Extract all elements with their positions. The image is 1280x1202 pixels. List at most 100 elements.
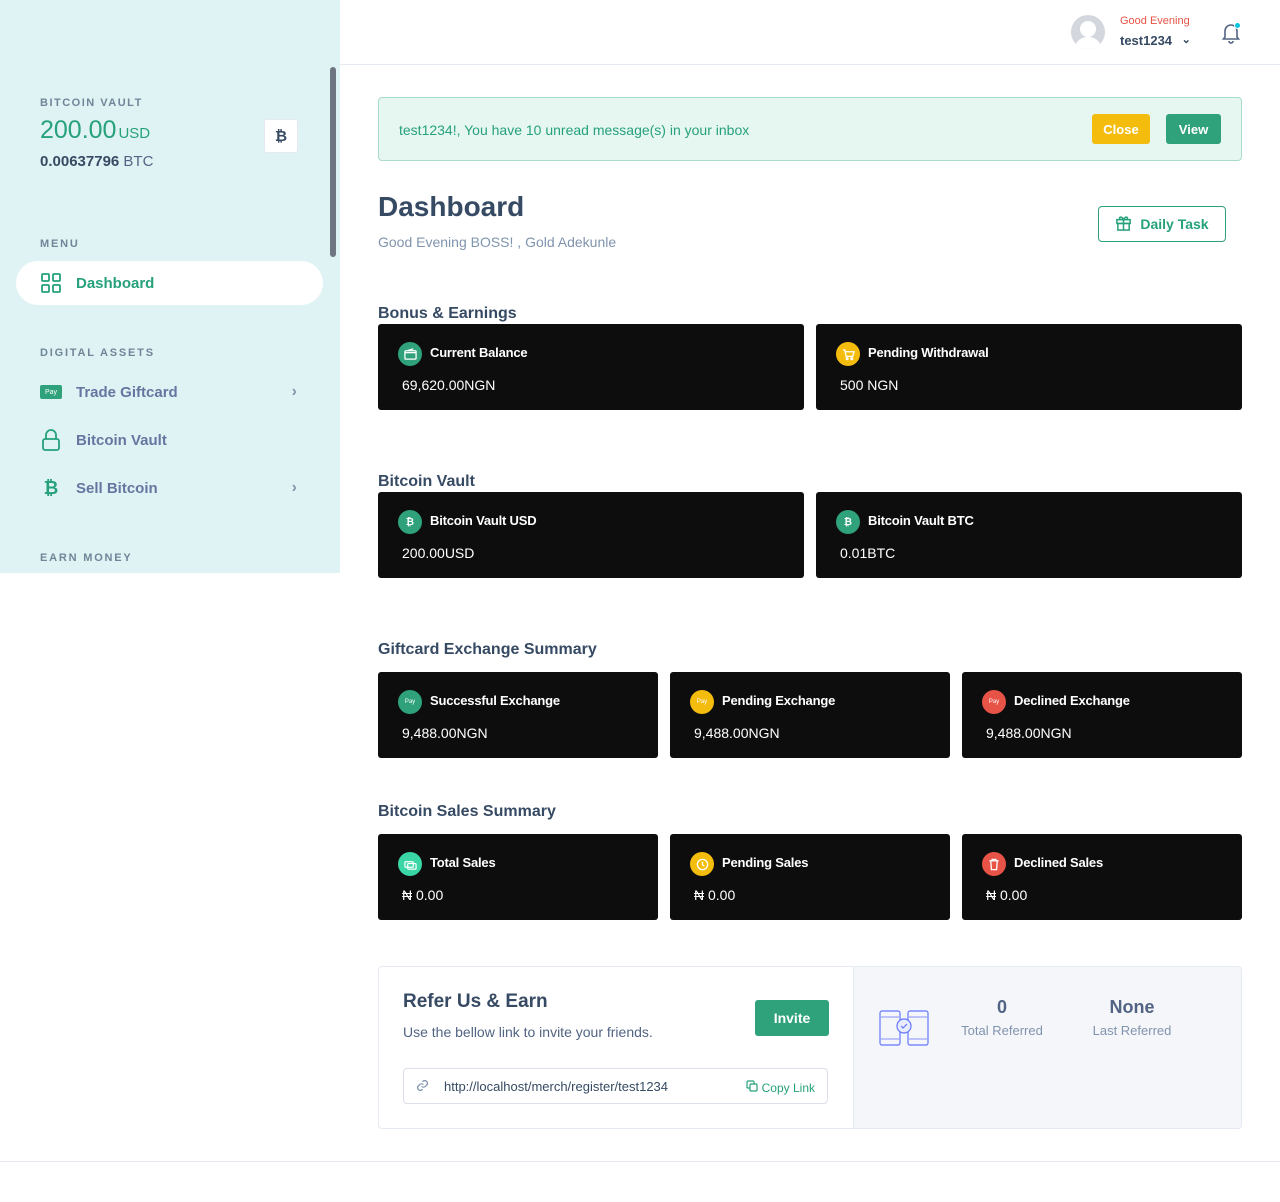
last-referred-value: None: [1109, 997, 1155, 1017]
trash-icon: [982, 852, 1006, 876]
card-pending-exchange: Pay Pending Exchange 9,488.00NGN: [670, 672, 950, 758]
card-title: Pending Withdrawal: [868, 345, 989, 360]
sidebar-item-label: Bitcoin Vault: [76, 431, 167, 449]
notifications-bell-icon[interactable]: [1219, 20, 1243, 44]
apple-pay-icon: Pay: [398, 690, 422, 714]
card-value: 200.00USD: [402, 545, 475, 561]
lock-icon: [40, 429, 62, 451]
sidebar-item-trade-giftcard[interactable]: Pay Trade Giftcard ›: [16, 370, 323, 414]
sidebar: BITCOIN VAULT 200.00 USD 0.00637796 BTC ₿…: [0, 0, 340, 573]
vault-btc: 0.00637796 BTC: [40, 153, 153, 170]
section-bitcoin-sales-summary: Bitcoin Sales Summary: [378, 803, 556, 820]
card-total-sales: Total Sales ₦ 0.00: [378, 834, 658, 920]
wallet-icon: [398, 342, 422, 366]
header-greeting: Good Evening: [1120, 15, 1190, 27]
card-bitcoin-vault-usd: ₿ Bitcoin Vault USD 200.00USD: [378, 492, 804, 578]
user-avatar[interactable]: [1071, 15, 1105, 49]
page-title: Dashboard: [378, 191, 525, 222]
card-title: Bitcoin Vault BTC: [868, 513, 974, 528]
menu-section-label: MENU: [40, 238, 80, 250]
vault-amount-value: 200.00: [40, 116, 117, 144]
refer-title: Refer Us & Earn: [403, 991, 548, 1012]
sidebar-item-dashboard[interactable]: Dashboard: [16, 261, 323, 305]
card-successful-exchange: Pay Successful Exchange 9,488.00NGN: [378, 672, 658, 758]
card-declined-exchange: Pay Declined Exchange 9,488.00NGN: [962, 672, 1242, 758]
alert-suffix: unread message(s) in your inbox: [541, 122, 750, 138]
alert-text: test1234!, You have 10 unread message(s)…: [399, 122, 749, 138]
card-title: Bitcoin Vault USD: [430, 513, 537, 528]
section-bonus-earnings: Bonus & Earnings: [378, 305, 517, 322]
referral-link-text: http://localhost/merch/register/test1234: [444, 1079, 669, 1094]
sidebar-item-sell-bitcoin[interactable]: ₿ Sell Bitcoin ›: [16, 466, 323, 510]
user-menu-toggle[interactable]: test1234 ⌄: [1120, 33, 1191, 48]
card-value: 69,620.00NGN: [402, 377, 496, 393]
coins-icon: [398, 852, 422, 876]
alert-view-button[interactable]: View: [1166, 114, 1221, 144]
apple-pay-icon: Pay: [690, 690, 714, 714]
total-referred-value: 0: [996, 997, 1007, 1017]
apple-pay-icon: Pay: [982, 690, 1006, 714]
alert-close-button[interactable]: Close: [1092, 114, 1150, 144]
dashboard-grid-icon: [40, 272, 62, 294]
sidebar-item-bitcoin-vault[interactable]: Bitcoin Vault: [16, 418, 323, 462]
cart-icon: [836, 342, 860, 366]
card-value: 0.01BTC: [840, 545, 896, 561]
refer-subtitle: Use the bellow link to invite your frien…: [403, 1024, 653, 1040]
card-pending-withdrawal: Pending Withdrawal 500 NGN: [816, 324, 1242, 410]
referral-link-field[interactable]: http://localhost/merch/register/test1234…: [403, 1068, 828, 1104]
bitcoin-icon: ₿: [274, 127, 288, 145]
sidebar-item-label: Dashboard: [76, 274, 155, 292]
card-value: 9,488.00NGN: [986, 725, 1072, 741]
card-title: Pending Exchange: [722, 693, 836, 708]
vault-label: BITCOIN VAULT: [40, 97, 143, 109]
card-bitcoin-vault-btc: ₿ Bitcoin Vault BTC 0.01BTC: [816, 492, 1242, 578]
daily-task-button[interactable]: Daily Task: [1098, 206, 1226, 242]
referral-stats: 0 Total Referred None Last Referred: [853, 967, 1241, 1128]
vault-btc-unit: BTC: [123, 153, 154, 170]
earn-money-section-label: EARN MONEY: [40, 552, 133, 564]
refer-earn-panel: Refer Us & Earn Use the bellow link to i…: [378, 966, 1242, 1129]
card-current-balance: Current Balance 69,620.00NGN: [378, 324, 804, 410]
alert-prefix: test1234!, You have: [399, 122, 526, 138]
inbox-alert: test1234!, You have 10 unread message(s)…: [378, 97, 1242, 161]
link-icon: [416, 1079, 429, 1095]
sidebar-scrollbar[interactable]: [330, 67, 336, 257]
footer-divider: [0, 1161, 1280, 1162]
vault-btc-value: 0.00637796: [40, 153, 120, 170]
page-subtitle: Good Evening BOSS! , Gold Adekunle: [378, 234, 617, 250]
card-title: Current Balance: [430, 345, 528, 360]
vault-amount: 200.00 USD: [40, 116, 150, 145]
section-bitcoin-vault: Bitcoin Vault: [378, 473, 475, 490]
bitcoin-icon: ₿: [43, 477, 59, 498]
copy-link-label: Copy Link: [761, 1080, 815, 1095]
bitcoin-icon: ₿: [398, 510, 422, 534]
referral-illustration-icon: [878, 1007, 930, 1052]
chevron-down-icon: ⌄: [1181, 34, 1191, 46]
card-title: Declined Exchange: [1014, 693, 1130, 708]
bitcoin-icon-button[interactable]: ₿: [264, 119, 298, 153]
daily-task-label: Daily Task: [1140, 216, 1209, 232]
copy-icon: [746, 1080, 758, 1095]
sidebar-item-label: Sell Bitcoin: [76, 479, 158, 497]
chevron-right-icon: ›: [291, 479, 297, 496]
card-title: Declined Sales: [1014, 855, 1103, 870]
card-value: ₦ 0.00: [694, 887, 736, 903]
card-value: 9,488.00NGN: [694, 725, 780, 741]
invite-button[interactable]: Invite: [755, 1000, 829, 1036]
vault-amount-currency: USD: [118, 125, 151, 142]
clock-icon: [690, 852, 714, 876]
card-pending-sales: Pending Sales ₦ 0.00: [670, 834, 950, 920]
copy-link-button[interactable]: Copy Link: [746, 1080, 815, 1095]
unread-count: 10: [525, 122, 542, 138]
card-title: Successful Exchange: [430, 693, 560, 708]
last-referred-label: Last Referred: [1092, 1023, 1172, 1038]
bitcoin-icon: ₿: [836, 510, 860, 534]
chevron-right-icon: ›: [291, 383, 297, 400]
card-value: ₦ 0.00: [402, 887, 444, 903]
header-username: test1234: [1120, 33, 1173, 48]
card-value: 500 NGN: [840, 377, 899, 393]
gift-icon: [1115, 214, 1132, 234]
digital-assets-section-label: DIGITAL ASSETS: [40, 347, 155, 359]
section-giftcard-summary: Giftcard Exchange Summary: [378, 641, 597, 658]
card-value: ₦ 0.00: [986, 887, 1028, 903]
